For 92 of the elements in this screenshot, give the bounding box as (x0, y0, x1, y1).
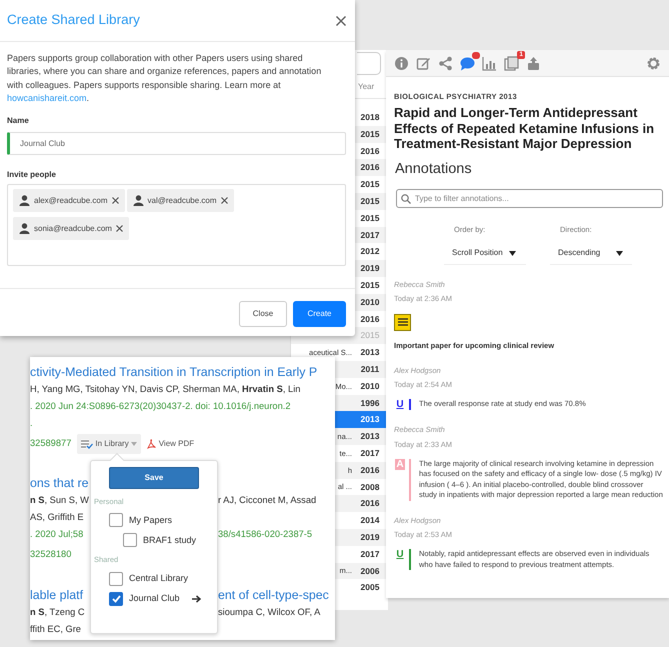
close-button[interactable] (335, 14, 347, 26)
invitee-email: val@readcube.com (148, 194, 217, 207)
result-title[interactable]: ons that re (30, 474, 89, 493)
year-cell[interactable]: 2005 (355, 581, 385, 594)
year-cell[interactable]: 2016 (355, 464, 385, 476)
chart-icon[interactable] (482, 56, 497, 70)
invite-field[interactable]: alex@readcube.com val@readcube.com sonia@readcube.com (7, 184, 346, 266)
pdf-icon (146, 439, 156, 449)
settings-icon[interactable] (646, 56, 661, 70)
author-list: n S, Sun S, W (30, 494, 89, 508)
library-option[interactable]: Central Library (109, 572, 188, 586)
year-cell[interactable]: 2013 (355, 430, 385, 443)
year-cell[interactable]: 2013 (355, 346, 385, 359)
library-option[interactable]: My Papers (109, 513, 172, 528)
underline-marker: U (395, 399, 405, 410)
year-cell[interactable]: 2016 (355, 144, 385, 158)
library-option[interactable]: Journal Club (109, 592, 202, 606)
year-cell[interactable]: 2015 (355, 212, 385, 225)
year-cell[interactable]: 2015 (355, 178, 385, 191)
name-field[interactable]: Journal Club (7, 132, 346, 156)
pages-icon[interactable] (504, 56, 519, 70)
save-button[interactable]: Save (109, 467, 199, 489)
underline-marker: U (395, 549, 405, 562)
column-header[interactable]: Year (358, 80, 388, 92)
description-text: Papers supports group collaboration with other Papers users using shared libraries, where you can share and organize references, papers and annotation with colleagues. Papers supports responsible sharing. Learn more at howcanishareit.com. (7, 52, 322, 105)
result-title[interactable]: ctivity-Mediated Transition in Transcription in Early P (30, 363, 318, 382)
remove-icon[interactable] (112, 197, 118, 204)
year-cell[interactable]: 2006 (355, 564, 385, 578)
search-field[interactable] (357, 52, 381, 75)
note-icon[interactable] (394, 314, 411, 331)
close-button[interactable]: Close (239, 301, 287, 328)
year-cell[interactable]: 2014 (355, 514, 385, 527)
remove-icon[interactable] (116, 225, 123, 232)
pmid-text: 32589877 (30, 437, 72, 450)
result-title[interactable]: ent of cell-type-spec (218, 586, 329, 605)
export-icon[interactable] (526, 56, 541, 70)
person-icon (19, 223, 30, 234)
invitee-chip[interactable]: sonia@readcube.com (13, 217, 129, 240)
comment-icon[interactable] (460, 56, 475, 70)
order-dropdown[interactable]: Scroll Position (444, 235, 526, 266)
year-cell[interactable]: 2017 (355, 446, 385, 460)
citation-text: 38/s41586-020-2387-5 (218, 528, 312, 541)
citation-text: . 2020 Jul;58 (30, 528, 84, 541)
checkbox[interactable] (109, 513, 123, 528)
person-icon (132, 195, 144, 206)
search-icon (401, 194, 411, 204)
field-label: Invite people (7, 169, 57, 182)
author-list: r AJ, Cicconet M, Assad (218, 494, 316, 508)
invitee-email: sonia@readcube.com (34, 222, 112, 235)
year-cell[interactable]: 2015 (355, 278, 385, 292)
checkbox[interactable] (123, 533, 137, 548)
library-icon (81, 440, 94, 448)
year-cell[interactable]: 2016 (355, 312, 385, 326)
caret-icon (130, 442, 137, 446)
create-button[interactable]: Create (293, 301, 346, 328)
share-icon[interactable] (438, 56, 453, 70)
view-pdf-link[interactable]: View PDF (146, 438, 194, 450)
pmid-text: 32528180 (30, 548, 72, 562)
article-title: Rapid and Longer-Term Antidepressant Effects of Repeated Ketamine Infusions in Treatment-Resistant Major Depression (394, 105, 656, 152)
year-cell[interactable]: 2012 (355, 245, 385, 258)
year-cell[interactable]: 2018 (355, 111, 385, 124)
remove-icon[interactable] (220, 197, 228, 204)
year-cell[interactable]: 2008 (355, 480, 385, 494)
checkbox[interactable] (109, 592, 123, 606)
year-cell[interactable]: 2011 (355, 362, 385, 376)
invitee-chip[interactable]: val@readcube.com (126, 189, 234, 212)
year-cell[interactable]: 2017 (355, 548, 385, 560)
checkbox[interactable] (109, 572, 123, 586)
caret-icon (508, 250, 516, 256)
highlight-marker: A (395, 458, 405, 470)
author-list: n S, Tzeng C (30, 606, 85, 620)
author-list: AS, Griffith E (30, 510, 84, 524)
citation-text: . 2020 Jun 24:S0896-6273(20)30437-2. doi: 10.1016/j.neuron.2 (30, 400, 291, 413)
filter-field[interactable]: Type to filter annotations... (396, 188, 663, 208)
invitee-chip[interactable]: alex@readcube.com (13, 189, 124, 212)
in-library-button[interactable]: In Library (77, 434, 141, 454)
direction-dropdown[interactable]: Descending (550, 235, 632, 266)
author-list: sioumpa C, Wilcox OF, A (218, 606, 320, 620)
info-icon[interactable] (394, 56, 409, 70)
citation-text: . (30, 416, 33, 430)
field-label: Name (7, 115, 30, 128)
author-list: ffith EC, Gre (30, 622, 81, 636)
section-heading: Annotations (395, 161, 473, 179)
person-icon (19, 195, 30, 206)
year-cell[interactable]: 2010 (355, 380, 385, 393)
result-title[interactable]: lable platf (30, 586, 84, 605)
dialog-title: Create Shared Library (7, 12, 140, 29)
invitee-email: alex@readcube.com (34, 194, 108, 207)
library-option[interactable]: BRAF1 study (123, 533, 196, 548)
caret-icon (616, 250, 624, 256)
author-list: H, Yang MG, Tsitohay YN, Davis CP, Sherman MA, Hrvatin S, Lin (30, 382, 300, 396)
edit-icon[interactable] (416, 56, 431, 70)
